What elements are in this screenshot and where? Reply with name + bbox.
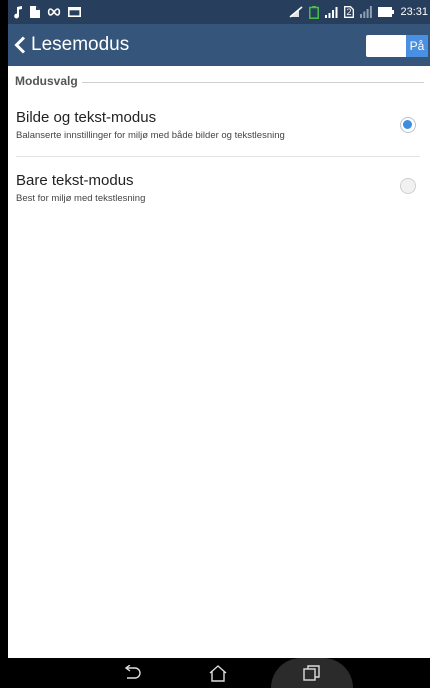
screen: 2 23:31 Lesemodus På Modusvalg Bilde og … — [8, 0, 430, 688]
status-bar: 2 23:31 — [8, 0, 430, 24]
toggle-knob: På — [406, 35, 428, 57]
notification-icons — [8, 5, 81, 19]
infinity-icon — [47, 5, 61, 19]
app-bar: Lesemodus På — [8, 24, 430, 66]
home-icon[interactable] — [198, 658, 238, 688]
system-icons: 2 23:31 — [289, 5, 430, 19]
settings-content: Modusvalg Bilde og tekst-modus Balansert… — [8, 66, 430, 658]
battery-saver-icon — [309, 5, 320, 19]
music-note-icon — [14, 5, 23, 19]
chevron-left-icon — [14, 36, 26, 54]
radio-unselected[interactable] — [400, 178, 416, 194]
section-header: Modusvalg — [8, 66, 430, 96]
sim-icon: 2 — [344, 5, 355, 19]
option-description: Best for miljø med tekstlesning — [16, 193, 146, 204]
recent-apps-icon[interactable] — [292, 658, 332, 688]
radio-dot — [403, 120, 412, 129]
navigation-bar — [8, 658, 430, 688]
status-time: 23:31 — [400, 6, 428, 18]
radio-selected[interactable] — [400, 117, 416, 133]
toggle-label: På — [409, 39, 425, 53]
wifi-icon — [360, 5, 373, 19]
signal-icon — [325, 5, 338, 19]
battery-icon — [378, 5, 395, 19]
signal-off-icon — [289, 5, 303, 19]
sim-label: 2 — [346, 7, 352, 17]
section-divider — [81, 81, 424, 83]
option-description: Balanserte innstillinger for miljø med b… — [16, 130, 285, 141]
file-icon — [30, 5, 40, 19]
option-title: Bilde og tekst-modus — [16, 109, 157, 126]
reading-mode-toggle[interactable]: På — [366, 35, 428, 57]
section-title: Modusvalg — [15, 74, 78, 88]
option-title: Bare tekst-modus — [16, 172, 134, 189]
back-button[interactable]: Lesemodus — [8, 24, 129, 66]
back-icon[interactable] — [112, 658, 152, 688]
page-title: Lesemodus — [31, 34, 130, 55]
option-text-only-mode[interactable]: Bare tekst-modus Best for miljø med teks… — [8, 157, 430, 215]
screenshot-icon — [68, 5, 81, 19]
option-image-text-mode[interactable]: Bilde og tekst-modus Balanserte innstill… — [8, 99, 430, 157]
